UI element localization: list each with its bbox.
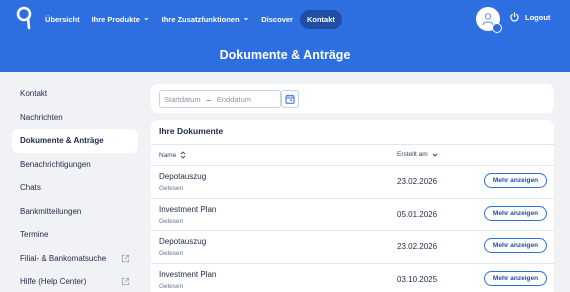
sort-icon — [181, 151, 186, 159]
name-column-label: Name — [159, 151, 177, 159]
document-status: Gelesen — [159, 250, 184, 257]
sidebar: Kontakt Nachrichten Dokumente & Anträge Ben… — [12, 82, 138, 292]
end-date-placeholder: Enddatum — [216, 94, 252, 104]
sidebar-item-label: Termine — [20, 230, 49, 240]
sidebar-item-1[interactable]: Nachrichten — [12, 106, 138, 130]
document-row: Investment Plan Gelesen 05.01.2026 Mehr anz… — [151, 197, 554, 231]
user-avatar[interactable] — [476, 7, 502, 33]
created-column-label: Erstellt am — [397, 151, 428, 158]
nav-item-label: Ihre Zusatzfunktionen — [161, 14, 240, 24]
nav-item-2[interactable]: Ihre Zusatzfunktionen ⌄ — [157, 10, 255, 29]
nav-item-3[interactable]: Discover — [256, 10, 298, 29]
nav-item-label: Übersicht — [45, 14, 80, 24]
chevron-down-icon: ⌄ — [142, 12, 150, 22]
chevron-down-icon: ⌄ — [242, 12, 250, 22]
chevron-down-icon — [432, 153, 438, 157]
page-title: Dokumente & Anträge — [219, 48, 351, 62]
sidebar-item-0[interactable]: Kontakt — [12, 82, 138, 106]
date-range-separator: – — [206, 94, 211, 104]
more-button[interactable]: Mehr anzeigen — [484, 205, 547, 221]
sidebar-item-label: Hilfe (Help Center) — [20, 277, 87, 287]
external-link-icon — [121, 278, 130, 286]
document-status: Gelesen — [159, 217, 184, 225]
document-row: Investment Plan Gelesen 03.10.2025 Mehr anz… — [151, 262, 554, 292]
document-date: 23.02.2026 — [397, 242, 438, 251]
document-row: Depotauszug Gelesen 23.02.2026 Mehr anzeige… — [151, 165, 554, 198]
nav-item-label: Ihre Produkte — [91, 14, 140, 24]
sidebar-item-2[interactable]: Dokumente & Anträge — [12, 129, 138, 153]
document-title: Investment Plan — [159, 269, 217, 279]
created-column-header[interactable]: Erstellt am — [397, 151, 438, 158]
sidebar-item-5[interactable]: Bankmitteilungen — [12, 200, 138, 224]
divider — [151, 144, 554, 145]
more-button[interactable]: Mehr anzeigen — [484, 173, 547, 188]
documents-list: Depotauszug Gelesen 23.02.2026 Mehr anzeige… — [151, 165, 554, 292]
nav-item-4[interactable]: Kontakt — [299, 9, 342, 29]
calendar-button[interactable] — [281, 90, 299, 108]
more-button[interactable]: Mehr anzeigen — [484, 270, 547, 286]
avatar-settings-badge — [492, 23, 502, 33]
document-status: Gelesen — [159, 282, 184, 290]
nav-item-0[interactable]: Übersicht — [40, 10, 85, 29]
document-title: Investment Plan — [159, 204, 217, 214]
document-title: Depotauszug — [159, 172, 207, 181]
external-link-icon — [121, 254, 130, 262]
sidebar-item-6[interactable]: Termine — [12, 223, 138, 247]
power-icon — [510, 12, 519, 22]
documents-title: Ihre Dokumente — [159, 126, 224, 136]
date-filter-card: Startdatum – Enddatum — [151, 84, 554, 113]
sidebar-item-8[interactable]: Hilfe (Help Center) — [12, 270, 138, 292]
logout-button[interactable]: Logout — [510, 12, 550, 22]
nav-item-label: Discover — [261, 14, 293, 24]
document-row: Depotauszug Gelesen 23.02.2026 Mehr anzeige… — [151, 230, 554, 263]
bank-logo-icon[interactable] — [14, 6, 34, 30]
sidebar-item-label: Nachrichten — [20, 112, 63, 122]
sidebar-item-label: Bankmitteilungen — [20, 206, 82, 216]
document-date: 23.02.2026 — [397, 177, 438, 186]
start-date-placeholder: Startdatum — [164, 94, 201, 104]
sidebar-item-label: Kontakt — [20, 89, 48, 99]
nav-item-1[interactable]: Ihre Produkte ⌄ — [87, 10, 155, 29]
sidebar-item-label: Chats — [20, 183, 41, 193]
sidebar-item-label: Filial- & Bankomatsuche — [20, 253, 107, 263]
nav-item-label: Kontakt — [306, 14, 335, 24]
sidebar-item-3[interactable]: Benachrichtigungen — [12, 153, 138, 177]
sidebar-item-label: Dokumente & Anträge — [20, 136, 104, 146]
document-date: 05.01.2026 — [397, 209, 438, 219]
document-date: 03.10.2025 — [397, 274, 438, 284]
name-column-header[interactable]: Name — [159, 151, 186, 159]
sidebar-item-4[interactable]: Chats — [12, 176, 138, 200]
sidebar-item-label: Benachrichtigungen — [20, 159, 91, 169]
logout-label: Logout — [525, 12, 551, 22]
documents-card: Ihre Dokumente Name Erstellt am Depotaus… — [151, 120, 554, 292]
calendar-icon — [285, 94, 295, 104]
more-button[interactable]: Mehr anzeigen — [484, 238, 547, 253]
top-navigation: Übersicht Ihre Produkte ⌄ Ihre Zusatzfunkti… — [0, 0, 570, 38]
document-status: Gelesen — [159, 185, 184, 192]
page-header: Dokumente & Anträge — [0, 38, 570, 72]
sidebar-item-7[interactable]: Filial- & Bankomatsuche — [12, 247, 138, 271]
date-range-input[interactable]: Startdatum – Enddatum — [159, 90, 281, 108]
main-nav: Übersicht Ihre Produkte ⌄ Ihre Zusatzfunkti… — [40, 9, 342, 29]
document-title: Depotauszug — [159, 237, 207, 246]
